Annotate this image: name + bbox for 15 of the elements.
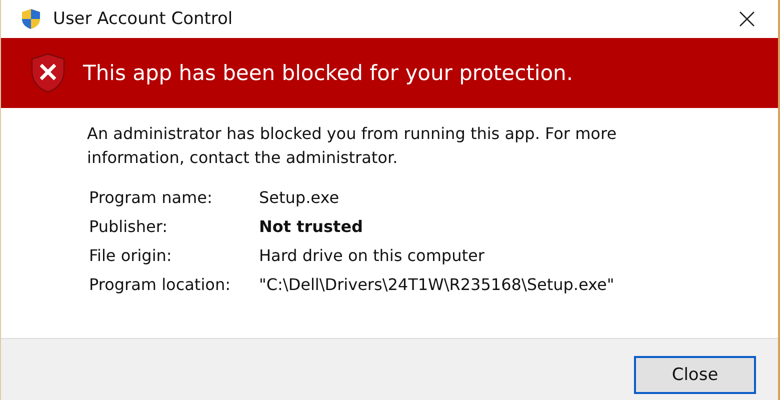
detail-label: Publisher:	[88, 216, 169, 238]
detail-label: File origin:	[88, 245, 173, 267]
shield-icon	[21, 8, 41, 30]
close-icon	[739, 11, 755, 27]
detail-value: Hard drive on this computer	[259, 245, 486, 267]
body-text: An administrator has blocked you from running this app. For more information, contact the administrator.	[87, 123, 618, 169]
blocked-shield-icon	[31, 53, 65, 93]
detail-value: "C:\Dell\Drivers\24T1W\R235168\Setup.exe"	[259, 274, 616, 296]
detail-label: Program name:	[88, 187, 214, 209]
banner-message: This app has been blocked for your protection.	[83, 61, 574, 85]
detail-value: Not trusted	[259, 216, 364, 238]
detail-label: Program location:	[88, 274, 232, 296]
window-title: User Account Control	[53, 9, 234, 29]
detail-value: Setup.exe	[259, 187, 340, 209]
close-dialog-button[interactable]: Close	[634, 356, 756, 394]
